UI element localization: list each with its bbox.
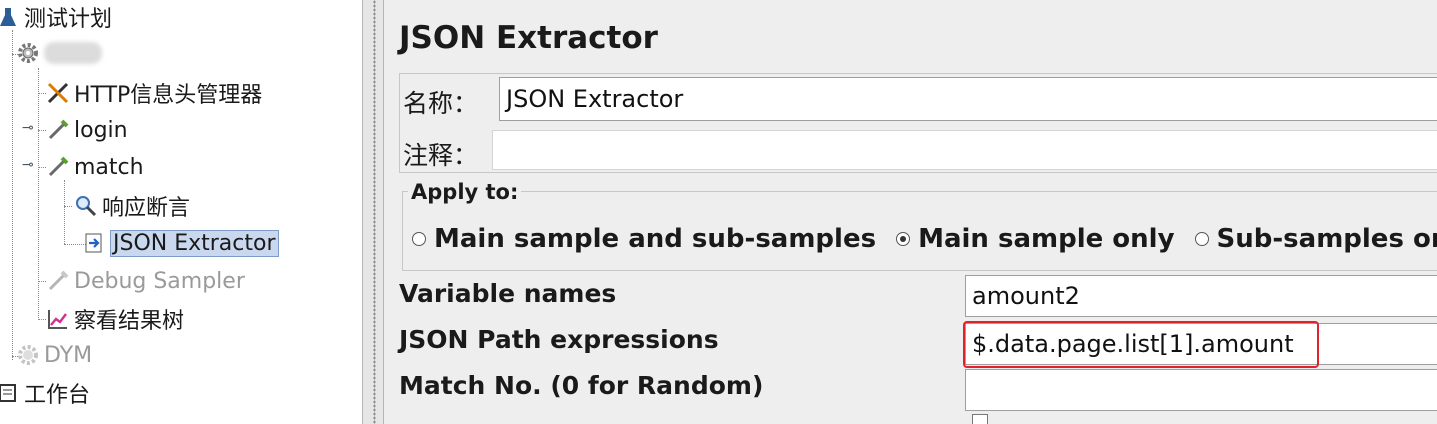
collapse-toggle-login[interactable]: ⊸ (22, 120, 34, 136)
radio-label: Sub-samples only (1216, 224, 1437, 254)
tree-label-response-assertion: 响应断言 (102, 196, 191, 221)
radio-main-sample-only[interactable]: Main sample only (896, 224, 1175, 254)
tree-label-workbench: 工作台 (24, 383, 91, 408)
radio-indicator (1194, 232, 1209, 246)
wrench-icon (44, 79, 72, 107)
tree-label-login: login (74, 117, 128, 143)
thread-group-name-redacted (44, 42, 102, 64)
chart-icon (44, 305, 72, 333)
apply-to-legend: Apply to: (408, 180, 522, 204)
default-values-checkbox[interactable] (972, 414, 988, 424)
radio-label: Main sample and sub-samples (434, 224, 877, 254)
match-no-label: Match No. (0 for Random) (399, 371, 764, 400)
radio-sub-samples-only[interactable]: Sub-samples only (1194, 224, 1437, 254)
variable-names-label: Variable names (399, 279, 617, 308)
highlight-annotation (963, 321, 1319, 368)
tree-label-header-manager: HTTP信息头管理器 (74, 83, 263, 108)
radio-label: Main sample only (918, 224, 1175, 254)
pipette-icon-disabled (44, 267, 72, 295)
extractor-icon (80, 229, 108, 257)
tree-label-dym: DYM (44, 342, 93, 368)
json-extractor-editor: JSON Extractor 名称： JSON Extractor 注释： Ap… (384, 0, 1437, 424)
tree-node-json-extractor[interactable]: JSON Extractor (80, 228, 279, 258)
split-pane-divider[interactable] (362, 0, 384, 424)
tree-label-view-results-tree: 察看结果树 (74, 309, 185, 334)
comments-label: 注释： (403, 141, 479, 170)
radio-indicator-selected (896, 232, 911, 246)
tree-node-response-assertion[interactable]: 响应断言 (72, 191, 190, 221)
test-plan-tree: ⊸ ⊸ 测试计划 HTTP信息头管理器 login match 响应断言 JSO… (0, 0, 362, 424)
json-path-label: JSON Path expressions (399, 325, 719, 354)
comments-field[interactable] (492, 130, 1437, 170)
tree-node-view-results-tree[interactable]: 察看结果树 (44, 304, 184, 334)
divider-grip[interactable] (373, 0, 376, 424)
test-plan-icon (0, 3, 22, 31)
magnifier-icon (72, 192, 100, 220)
name-label: 名称： (403, 89, 479, 118)
pipette-icon (44, 116, 72, 144)
tree-node-thread-group[interactable] (14, 38, 102, 68)
tree-label-debug-sampler: Debug Sampler (74, 268, 245, 294)
gear-icon-disabled (14, 341, 42, 369)
tree-node-debug-sampler[interactable]: Debug Sampler (44, 266, 245, 296)
page-title: JSON Extractor (399, 20, 658, 56)
apply-to-options: Main sample and sub-samples Main sample … (412, 224, 1437, 254)
name-field[interactable]: JSON Extractor (499, 77, 1437, 121)
radio-indicator (412, 232, 426, 246)
expand-toggle-match[interactable]: ⊸ (22, 157, 34, 173)
radio-main-and-sub-samples[interactable]: Main sample and sub-samples (412, 224, 876, 254)
tree-node-login[interactable]: login (44, 115, 128, 145)
tree-label-match: match (74, 154, 144, 180)
tree-label-test-plan: 测试计划 (24, 7, 113, 32)
tree-label-json-extractor: JSON Extractor (110, 229, 279, 257)
gear-icon (14, 39, 42, 67)
match-no-field[interactable] (965, 369, 1437, 411)
tree-node-match[interactable]: match (44, 152, 144, 182)
tree-node-header-manager[interactable]: HTTP信息头管理器 (44, 78, 262, 108)
tree-node-test-plan[interactable]: 测试计划 (0, 2, 112, 32)
variable-names-field[interactable]: amount2 (965, 275, 1437, 317)
pipette-icon (44, 153, 72, 181)
tree-node-thread-group-dym[interactable]: DYM (14, 340, 92, 370)
workbench-icon (0, 379, 22, 407)
tree-node-workbench[interactable]: 工作台 (0, 378, 90, 408)
